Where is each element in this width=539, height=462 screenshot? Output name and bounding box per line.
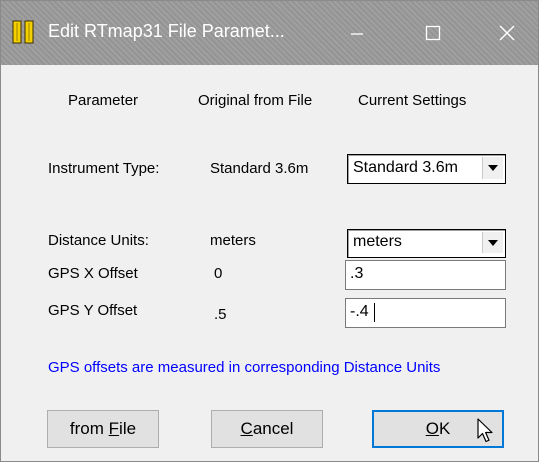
gps-x-offset-input[interactable]: .3 [345, 260, 506, 290]
distance-units-value: meters [353, 233, 402, 250]
instrument-type-select[interactable]: Standard 3.6m [347, 154, 506, 184]
minimize-icon [351, 33, 363, 35]
chevron-down-icon[interactable] [482, 157, 503, 179]
from-file-button[interactable]: from File [47, 410, 159, 448]
minimize-button[interactable] [327, 1, 387, 65]
ok-button-label: OK [425, 419, 451, 438]
gps-x-offset-value: .3 [350, 265, 364, 282]
header-current: Current Settings [358, 92, 467, 109]
close-button[interactable] [477, 1, 537, 65]
maximize-button[interactable] [403, 1, 463, 65]
window-title: Edit RTmap31 File Paramet... [48, 21, 285, 41]
dialog-body: Parameter Original from File Current Set… [1, 65, 538, 461]
gps-x-offset-label: GPS X Offset [48, 265, 138, 282]
gps-y-offset-value: -.4 [350, 303, 369, 320]
from-file-button-label: from File [69, 419, 137, 438]
cancel-button[interactable]: Cancel [211, 410, 323, 448]
gps-x-offset-original: 0 [214, 265, 223, 282]
distance-units-note: GPS offsets are measured in correspondin… [48, 359, 441, 376]
instrument-type-original: Standard 3.6m [210, 160, 309, 177]
distance-units-select[interactable]: meters [347, 229, 506, 258]
header-parameter: Parameter [68, 92, 139, 109]
gps-y-offset-input[interactable]: -.4 [345, 298, 506, 328]
title-bar[interactable]: Edit RTmap31 File Paramet... [1, 1, 538, 65]
pointer-cursor-icon [477, 418, 495, 449]
instrument-type-value: Standard 3.6m [353, 159, 458, 176]
instrument-type-label: Instrument Type: [48, 160, 160, 177]
cancel-button-label: Cancel [240, 419, 294, 438]
text-caret [374, 303, 375, 322]
header-original: Original from File [198, 92, 313, 109]
chevron-down-icon[interactable] [482, 232, 503, 253]
app-icon [12, 20, 34, 44]
maximize-icon [425, 25, 441, 41]
distance-units-original: meters [210, 232, 256, 249]
dialog-window: Edit RTmap31 File Paramet... Parameter O… [0, 0, 539, 462]
gps-y-offset-label: GPS Y Offset [48, 302, 138, 319]
gps-y-offset-original: .5 [214, 306, 227, 323]
close-icon [499, 25, 515, 41]
distance-units-label: Distance Units: [48, 232, 149, 249]
